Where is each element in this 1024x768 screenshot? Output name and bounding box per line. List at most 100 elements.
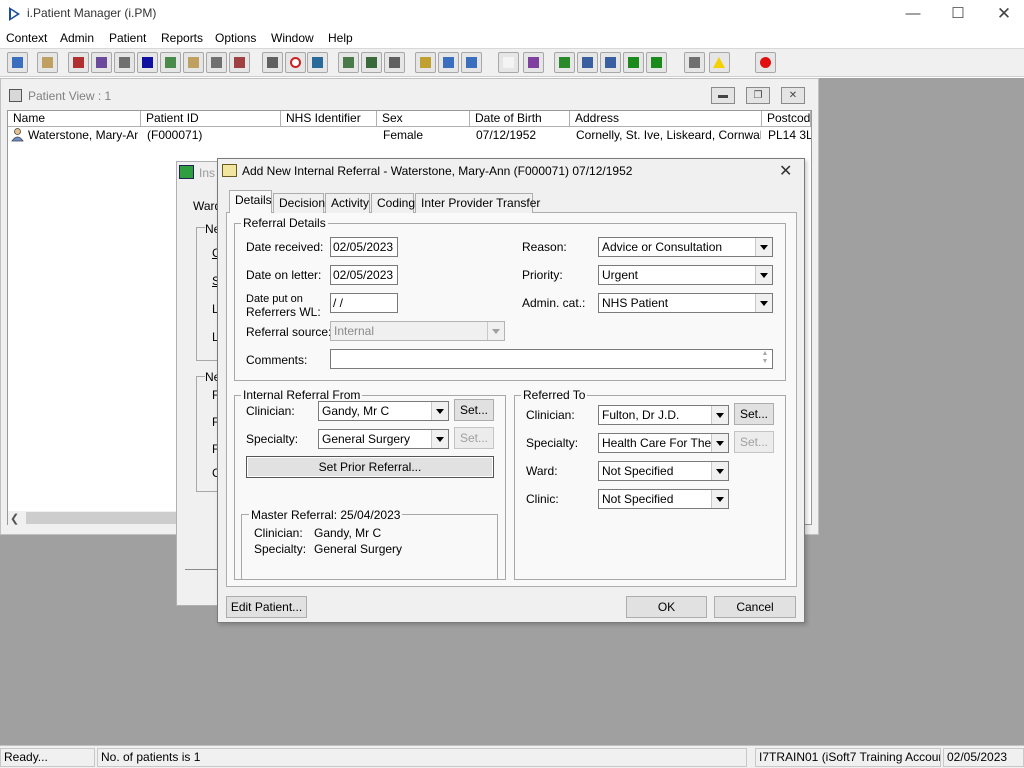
dialog-close-icon[interactable]: ✕ [779, 161, 792, 181]
bed-plus-icon[interactable] [461, 52, 482, 73]
list-icon[interactable] [361, 52, 382, 73]
scanner-icon[interactable] [114, 52, 135, 73]
reason-select[interactable]: Advice or Consultation [598, 237, 773, 257]
menu-context[interactable]: Context [6, 31, 47, 45]
referral-source-select: Internal [330, 321, 505, 341]
edit-icon[interactable] [91, 52, 112, 73]
to-clinician-select[interactable]: Fulton, Dr J.D. [598, 405, 729, 425]
menu-reports[interactable]: Reports [161, 31, 203, 45]
col-header-name[interactable]: Name [8, 111, 141, 127]
clock-icon[interactable] [285, 52, 306, 73]
warning-icon[interactable] [709, 52, 730, 73]
bed-icon[interactable] [438, 52, 459, 73]
print-icon[interactable] [37, 52, 58, 73]
book-icon[interactable] [68, 52, 89, 73]
scroll-thumb[interactable] [26, 512, 176, 524]
from-clinician-set-button[interactable]: Set... [454, 399, 494, 421]
date-received-field[interactable]: 02/05/2023 [330, 237, 398, 257]
from-specialty-select[interactable]: General Surgery [318, 429, 449, 449]
tab-activity[interactable]: Activity [325, 193, 370, 213]
cell-postcode[interactable]: PL14 3L [768, 128, 811, 142]
tab-coding[interactable]: Coding [371, 193, 415, 213]
master-specialty-label: Specialty: [254, 542, 307, 556]
pv-close-button[interactable]: ✕ [781, 87, 805, 104]
pv-restore-button[interactable]: ❐ [746, 87, 770, 104]
chevron-down-icon[interactable] [755, 294, 772, 312]
scroll-left-icon[interactable]: ❮ [10, 512, 19, 525]
col-header-postcode[interactable]: Postcode [762, 111, 811, 127]
download-icon[interactable] [577, 52, 598, 73]
menu-options[interactable]: Options [215, 31, 256, 45]
search-doc-icon[interactable] [262, 52, 283, 73]
to-ward-select[interactable]: Not Specified [598, 461, 729, 481]
to-specialty-value: Health Care For The El [602, 436, 726, 450]
tab-details[interactable]: Details [229, 190, 272, 213]
tab-decision[interactable]: Decision [273, 193, 325, 213]
to-clinician-set-button[interactable]: Set... [734, 403, 774, 425]
edit-patient-button[interactable]: Edit Patient... [226, 596, 307, 618]
comments-spin-icon[interactable]: ▲ ▼ [758, 350, 772, 368]
patient-search-icon[interactable] [7, 52, 28, 73]
menu-help[interactable]: Help [328, 31, 353, 45]
to-clinic-select[interactable]: Not Specified [598, 489, 729, 509]
pv-minimize-button[interactable]: ▬ [711, 87, 735, 104]
col-header-patient-id[interactable]: Patient ID [141, 111, 281, 127]
exit-icon[interactable] [755, 52, 776, 73]
col-header-sex[interactable]: Sex [377, 111, 470, 127]
menu-patient[interactable]: Patient [109, 31, 146, 45]
chevron-down-icon[interactable] [755, 238, 772, 256]
green-check-icon[interactable] [646, 52, 667, 73]
from-clinician-select[interactable]: Gandy, Mr C [318, 401, 449, 421]
green-download-icon[interactable] [623, 52, 644, 73]
referral-source-label: Referral source: [246, 325, 332, 339]
menu-window[interactable]: Window [271, 31, 314, 45]
priority-select[interactable]: Urgent [598, 265, 773, 285]
chevron-down-icon[interactable] [711, 406, 728, 424]
set-prior-referral-button[interactable]: Set Prior Referral... [246, 456, 494, 478]
cell-name[interactable]: Waterstone, Mary-Ann [28, 128, 138, 142]
minimize-icon[interactable]: — [890, 4, 936, 24]
display-icon[interactable] [307, 52, 328, 73]
cell-dob[interactable]: 07/12/1952 [476, 128, 566, 142]
transfer-icon[interactable] [684, 52, 705, 73]
col-header-nhs[interactable]: NHS Identifier [281, 111, 377, 127]
tab-inter-provider-transfer[interactable]: Inter Provider Transfer [415, 193, 540, 213]
date-on-letter-field[interactable]: 02/05/2023 [330, 265, 398, 285]
cell-address[interactable]: Cornelly, St. Ive, Liskeard, Cornwall [576, 128, 761, 142]
col-header-dob[interactable]: Date of Birth [470, 111, 570, 127]
document-icon[interactable] [498, 52, 519, 73]
from-specialty-set-button[interactable]: Set... [454, 427, 494, 449]
notepad-icon[interactable] [415, 52, 436, 73]
to-specialty-set-button[interactable]: Set... [734, 431, 774, 453]
chevron-down-icon[interactable] [431, 402, 448, 420]
chevron-down-icon[interactable] [711, 434, 728, 452]
dialog-title: Add New Internal Referral - Waterstone, … [242, 164, 633, 178]
comments-field[interactable] [330, 349, 773, 369]
chevron-down-icon[interactable] [755, 266, 772, 284]
menu-admin[interactable]: Admin [60, 31, 94, 45]
to-specialty-select[interactable]: Health Care For The El [598, 433, 729, 453]
chart-icon[interactable] [523, 52, 544, 73]
phone-icon[interactable] [384, 52, 405, 73]
chevron-down-icon[interactable] [711, 462, 728, 480]
globe-icon[interactable] [554, 52, 575, 73]
notes-icon[interactable] [183, 52, 204, 73]
chevron-down-icon [487, 322, 504, 340]
transport-icon[interactable] [229, 52, 250, 73]
chevron-down-icon[interactable] [711, 490, 728, 508]
cell-patient-id[interactable]: (F000071) [147, 128, 277, 142]
letter-m-icon[interactable] [137, 52, 158, 73]
clinic-icon[interactable] [338, 52, 359, 73]
admin-cat-select[interactable]: NHS Patient [598, 293, 773, 313]
cell-sex[interactable]: Female [383, 128, 463, 142]
col-header-address[interactable]: Address [570, 111, 762, 127]
close-icon[interactable]: ✕ [981, 4, 1024, 24]
chevron-down-icon[interactable] [431, 430, 448, 448]
cancel-button[interactable]: Cancel [714, 596, 796, 618]
clinician-icon[interactable] [160, 52, 181, 73]
maximize-icon[interactable]: ☐ [935, 4, 981, 24]
check-download-icon[interactable] [600, 52, 621, 73]
ambulance-icon[interactable] [206, 52, 227, 73]
date-referrers-wl-field[interactable]: / / [330, 293, 398, 313]
ok-button[interactable]: OK [626, 596, 707, 618]
